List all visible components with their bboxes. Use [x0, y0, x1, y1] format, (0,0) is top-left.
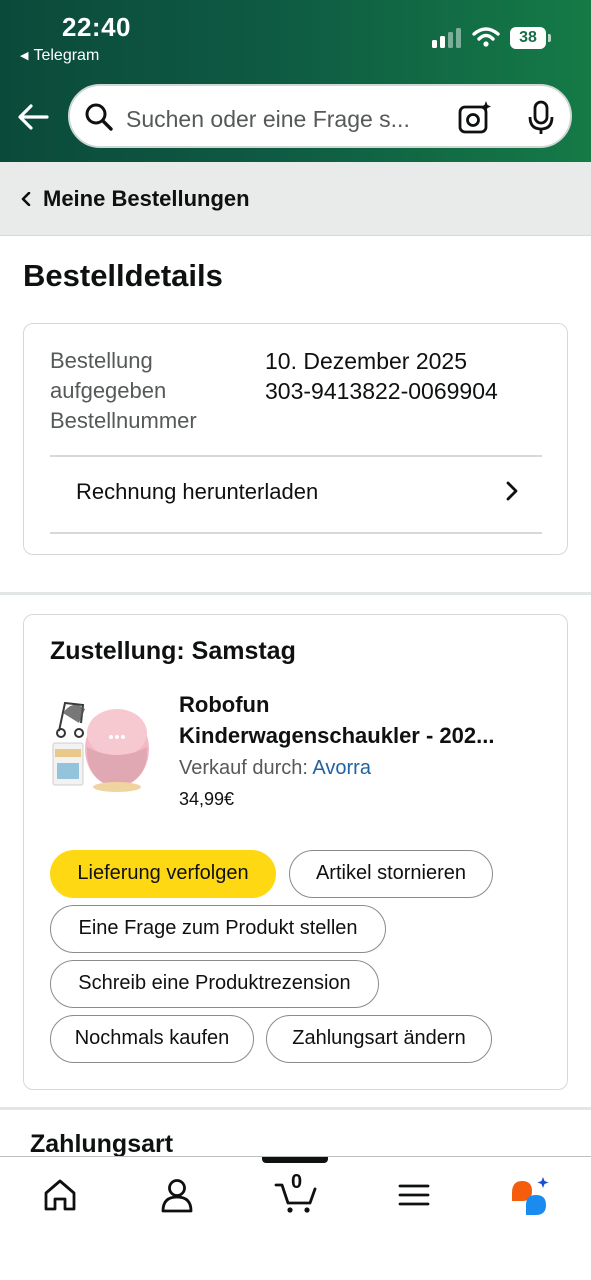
product-title-line2: Kinderwagenschaukler - 202... [179, 723, 495, 748]
order-info-card: Bestellung aufgegeben Bestellnummer 10. … [23, 323, 568, 555]
search-input[interactable]: Suchen oder eine Frage s... [68, 84, 572, 148]
app-header: 22:40 ◀ Telegram 38 Suchen oder eine Frag… [0, 0, 591, 162]
section-separator [0, 1107, 591, 1110]
chevron-right-icon[interactable] [504, 480, 520, 502]
order-number-label: Bestellnummer [50, 408, 197, 433]
bottom-tab-bar: 0 [0, 1156, 591, 1280]
signal-icon [432, 28, 462, 48]
search-icon [85, 103, 113, 131]
menu-icon[interactable] [394, 1175, 434, 1215]
ask-question-button[interactable]: Eine Frage zum Produkt stellen [50, 905, 386, 953]
back-triangle-icon: ◀ [20, 50, 29, 62]
delivery-card: Zustellung: Samstag Robofun Kinderwagens… [23, 614, 568, 1090]
divider [50, 455, 542, 457]
back-app-label: Telegram [33, 47, 100, 64]
product-title-line1: Robofun [179, 692, 270, 717]
payment-section-title: Zahlungsart [30, 1130, 174, 1156]
download-invoice-link[interactable]: Rechnung herunterladen [76, 479, 318, 505]
product-price: 34,99€ [179, 789, 235, 809]
account-icon[interactable] [157, 1175, 197, 1215]
order-info-values: 10. Dezember 2025 303-9413822-0069904 [265, 346, 498, 406]
seller-info: Verkauf durch: Avorra [179, 757, 371, 780]
search-placeholder: Suchen oder eine Frage s... [126, 106, 410, 132]
order-date-label-line2: aufgegeben [50, 378, 167, 403]
page-title: Bestelldetails [23, 258, 223, 293]
breadcrumb[interactable]: Meine Bestellungen [0, 162, 591, 236]
status-time: 22:40 [62, 12, 131, 42]
microphone-icon[interactable] [526, 100, 556, 136]
product-image[interactable] [51, 693, 155, 793]
battery-icon: 38 [510, 27, 546, 49]
battery-level: 38 [519, 29, 537, 46]
seller-link[interactable]: Avorra [312, 757, 371, 779]
home-icon[interactable] [40, 1175, 80, 1215]
back-to-app-link[interactable]: ◀ Telegram [20, 47, 99, 65]
active-tab-indicator [262, 1157, 328, 1163]
order-info-labels: Bestellung aufgegeben Bestellnummer [50, 346, 240, 436]
order-date: 10. Dezember 2025 [265, 348, 468, 374]
chevron-left-icon [21, 192, 31, 206]
camera-search-icon[interactable] [456, 100, 492, 136]
breadcrumb-label: Meine Bestellungen [43, 186, 250, 211]
assistant-icon[interactable] [510, 1175, 552, 1215]
back-arrow-icon[interactable] [16, 100, 50, 134]
order-date-label-line1: Bestellung [50, 348, 153, 373]
product-title[interactable]: Robofun Kinderwagenschaukler - 202... [179, 689, 539, 751]
cancel-item-button[interactable]: Artikel stornieren [289, 850, 493, 898]
divider [50, 532, 542, 534]
write-review-button[interactable]: Schreib eine Produktrezension [50, 960, 379, 1008]
seller-prefix: Verkauf durch: [179, 757, 313, 779]
change-payment-button[interactable]: Zahlungsart ändern [266, 1015, 492, 1063]
order-number: 303-9413822-0069904 [265, 378, 498, 404]
cart-count-badge: 0 [291, 1171, 303, 1193]
delivery-title: Zustellung: Samstag [50, 637, 296, 665]
buy-again-button[interactable]: Nochmals kaufen [50, 1015, 254, 1063]
section-separator [0, 592, 591, 595]
wifi-icon [472, 27, 500, 47]
track-delivery-button[interactable]: Lieferung verfolgen [50, 850, 276, 898]
